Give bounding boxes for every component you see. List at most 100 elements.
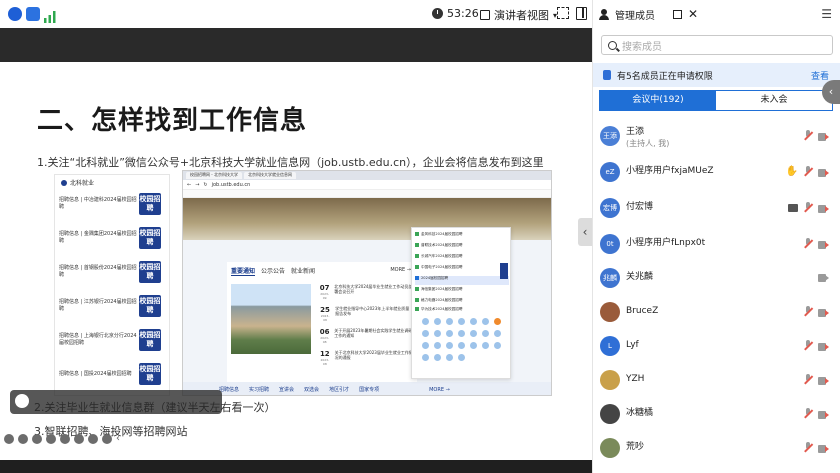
- mic-muted-icon[interactable]: [804, 408, 812, 419]
- campus-recruit-badge: 校园招聘: [139, 227, 161, 249]
- mic-muted-icon[interactable]: [804, 202, 812, 213]
- camera-off-icon[interactable]: [818, 168, 829, 177]
- mic-muted-icon[interactable]: [804, 374, 812, 385]
- camera-off-icon[interactable]: [818, 204, 829, 213]
- laser-pointer-icon[interactable]: [18, 433, 28, 444]
- popup-item: 海信集团2024届校园招聘: [415, 287, 509, 296]
- website-side-button: [500, 263, 508, 279]
- member-row[interactable]: 兆麟 关兆麟: [593, 264, 840, 298]
- grid-icon[interactable]: [74, 433, 84, 444]
- notice-tabs: 重要通知 公示公告 就业新闻: [231, 266, 315, 276]
- mic-muted-icon[interactable]: [804, 306, 812, 317]
- notice-day: 25: [320, 306, 330, 314]
- camera-off-icon[interactable]: [818, 444, 829, 453]
- tab-in-meeting[interactable]: 会议中(192): [600, 91, 716, 110]
- notice-month: 2023-08: [320, 336, 329, 344]
- footer-link: 双选会: [304, 387, 320, 393]
- layout-split-icon[interactable]: [576, 7, 587, 20]
- list-item: 招聘信息 | 江苏银行2024届校园招聘 校园招聘: [59, 291, 167, 321]
- member-row[interactable]: BruceZ: [593, 298, 840, 332]
- menu-icon[interactable]: ☰: [821, 7, 832, 21]
- mic-muted-icon[interactable]: [804, 442, 812, 453]
- avatar: [600, 370, 620, 390]
- member-row[interactable]: 宏博 付宏博: [593, 194, 840, 228]
- camera-off-icon[interactable]: [818, 308, 829, 317]
- mic-muted-icon[interactable]: [804, 166, 812, 177]
- notice-day: 12: [319, 350, 330, 358]
- pen-icon[interactable]: [32, 433, 42, 444]
- camera-off-icon[interactable]: [818, 376, 829, 385]
- avatar: eZ: [600, 162, 620, 182]
- signal-strength-icon[interactable]: [44, 8, 56, 23]
- member-name: 付宏博: [626, 202, 654, 212]
- meeting-timer: 53:26: [432, 7, 479, 20]
- info-icon[interactable]: [8, 7, 22, 21]
- member-name: Lyf: [626, 340, 639, 350]
- view-requests-link[interactable]: 查看: [811, 69, 829, 82]
- camera-off-icon[interactable]: [818, 132, 829, 141]
- slide-dark-band-bottom: [0, 460, 592, 473]
- eraser-icon[interactable]: [46, 433, 56, 444]
- wechat-account-screenshot: 北科就业 招聘信息 | 中冶建科2024届校园招聘 校园招聘 招聘信息 | 金隅…: [54, 174, 170, 396]
- tab-not-joined[interactable]: 未入会: [716, 91, 832, 110]
- camera-off-icon[interactable]: [818, 410, 829, 419]
- member-row[interactable]: L Lyf: [593, 332, 840, 366]
- fullscreen-icon[interactable]: [557, 7, 569, 19]
- expand-side-button[interactable]: ‹: [822, 80, 840, 104]
- chat-message-toast[interactable]: [10, 390, 222, 414]
- footer-link: 招聘信息: [219, 387, 240, 393]
- mic-muted-icon[interactable]: [804, 340, 812, 351]
- member-search-input[interactable]: 搜索成员: [601, 35, 833, 55]
- notice-item: 12 2023-08 关于北京科技大学2023届毕业生就业工作情况的通报: [319, 350, 413, 370]
- shared-screen: 二、怎样找到工作信息 1.关注“北科就业”微信公众号+北京科技大学就业信息网（j…: [0, 28, 592, 473]
- member-row[interactable]: eZ 小程序用户fxjaMUeZ ✋: [593, 158, 840, 192]
- camera-off-icon[interactable]: [818, 342, 829, 351]
- phone-item-text: 招聘信息 | 上海银行北京分行2024届校园招聘: [59, 333, 137, 346]
- popup-item: 长城汽车2024届校园招聘: [415, 254, 509, 263]
- avatar: 0t: [600, 234, 620, 254]
- tab-employment-news: 就业新闻: [291, 268, 316, 275]
- chat-icon[interactable]: [88, 433, 98, 444]
- footer-link: 宣讲会: [279, 387, 295, 393]
- camera-icon[interactable]: [818, 274, 829, 282]
- popup-calendar: [422, 318, 506, 366]
- search-placeholder: 搜索成员: [622, 41, 662, 53]
- security-shield-icon[interactable]: [26, 7, 40, 21]
- mic-muted-icon[interactable]: [804, 238, 812, 249]
- member-row[interactable]: 王添 王添 (主持人, 我): [593, 122, 840, 156]
- forward-arrow-icon: →: [195, 181, 200, 188]
- slide-title: 二、怎样找到工作信息: [37, 106, 308, 136]
- clock-icon: [432, 8, 443, 19]
- notice-more-link: MORE →: [390, 267, 411, 273]
- collapse-panel-button[interactable]: ‹: [578, 218, 592, 246]
- more-icon[interactable]: [102, 433, 112, 444]
- notice-month: 2023-08: [320, 358, 330, 366]
- member-row[interactable]: 0t 小程序用户fLnpx0t: [593, 230, 840, 264]
- camera-icon[interactable]: [60, 433, 70, 444]
- member-row[interactable]: YZH: [593, 366, 840, 400]
- popup-item: 金风科技2024届校园招聘: [415, 232, 509, 241]
- member-name: 小程序用户fLnpx0t: [626, 238, 706, 248]
- presenter-view-label: 演讲者视图: [494, 9, 549, 22]
- raise-hand-icon[interactable]: ✋: [786, 166, 798, 177]
- panel-header: 管理成员 ✕: [593, 0, 840, 28]
- member-row[interactable]: 冰糖橘: [593, 400, 840, 434]
- member-row[interactable]: 荒吵: [593, 434, 840, 468]
- popout-icon[interactable]: [673, 9, 682, 19]
- screen-share-icon[interactable]: [788, 204, 798, 212]
- phone-item-text: 招聘信息 | 中冶建科2024届校园招聘: [59, 197, 137, 210]
- campus-recruit-badge: 校园招聘: [139, 363, 161, 385]
- notice-text: 关于北京科技大学2023届毕业生就业工作情况的通报: [334, 350, 413, 360]
- mic-muted-icon[interactable]: [804, 130, 812, 141]
- mouse-pointer-icon[interactable]: [4, 433, 14, 444]
- close-icon[interactable]: ✕: [688, 7, 698, 21]
- presenter-view-button[interactable]: 演讲者视图 ▾: [480, 7, 557, 23]
- notice-day: 06: [319, 328, 330, 336]
- member-panel: 管理成员 ✕ ☰ 搜索成员 有5名成员正在申请权限 查看 会议中(192) 未入…: [592, 0, 840, 473]
- notice-month: 2023-09: [320, 292, 329, 300]
- member-name: YZH: [626, 374, 645, 384]
- chevron-left-icon[interactable]: ‹: [116, 433, 120, 444]
- campus-recruit-badge: 校园招聘: [139, 193, 161, 215]
- browser-tab: 北京科技大学就业信息网: [244, 172, 296, 179]
- camera-off-icon[interactable]: [818, 240, 829, 249]
